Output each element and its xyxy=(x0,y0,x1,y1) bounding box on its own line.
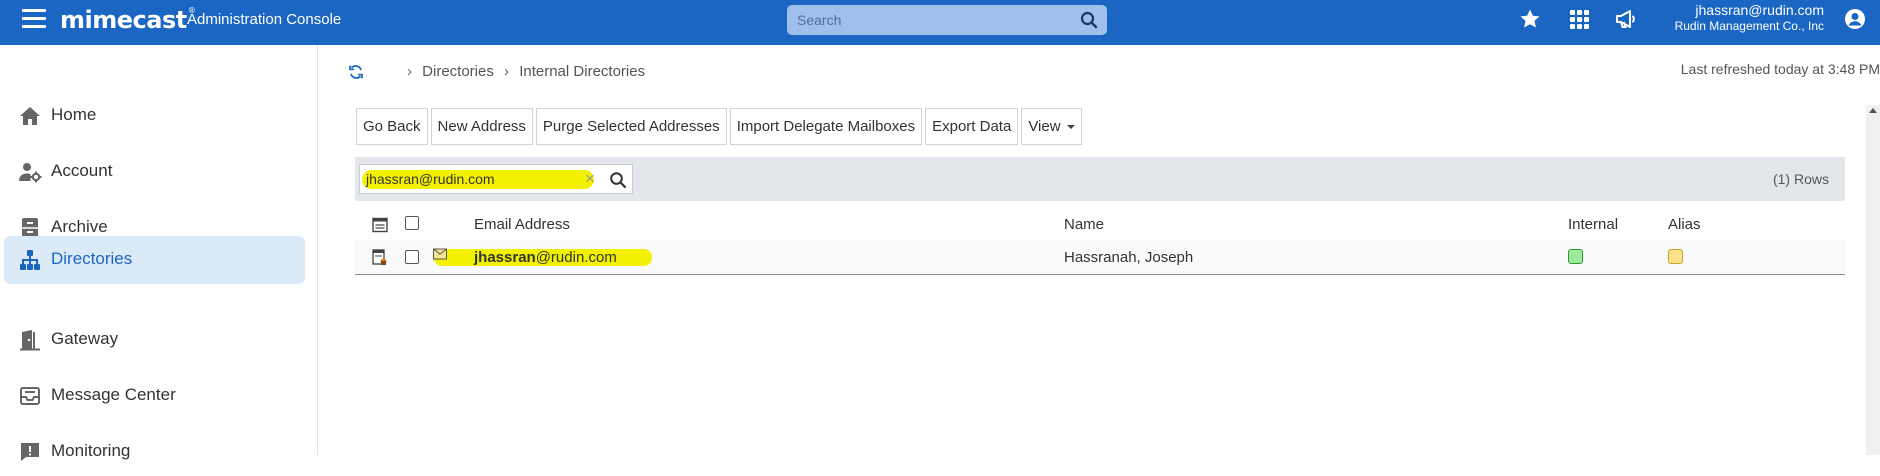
sidebar-item-directories[interactable]: Directories xyxy=(4,236,305,284)
filter-search-value[interactable]: jhassran@rudin.com xyxy=(366,171,495,187)
internal-status-indicator xyxy=(1568,249,1583,264)
filter-search-field[interactable]: jhassran@rudin.com × xyxy=(359,164,633,194)
star-icon[interactable] xyxy=(1518,7,1542,31)
brand-logo: mimecast® xyxy=(60,6,196,34)
row-email-address[interactable]: jhassran@rudin.com xyxy=(474,249,617,266)
sidebar-item-label: Message Center xyxy=(51,385,176,404)
email-domain-part: @rudin.com xyxy=(535,249,617,266)
column-email-address[interactable]: Email Address xyxy=(474,216,570,233)
user-email: jhassran@rudin.com xyxy=(1695,2,1824,18)
view-dropdown-button[interactable]: View xyxy=(1021,108,1082,145)
global-search-input[interactable] xyxy=(797,10,1067,30)
go-back-button[interactable]: Go Back xyxy=(356,108,428,145)
sidebar-item-message-center[interactable]: Message Center xyxy=(4,372,305,420)
sidebar-item-account[interactable]: Account xyxy=(4,148,305,196)
clear-icon[interactable]: × xyxy=(585,169,595,189)
megaphone-icon[interactable] xyxy=(1614,7,1638,31)
mailbox-envelope-icon xyxy=(433,248,447,260)
console-title: Administration Console xyxy=(187,11,342,28)
search-icon[interactable] xyxy=(1080,11,1098,29)
scroll-up-arrow-icon[interactable] xyxy=(1869,108,1877,113)
sidebar-item-label: Account xyxy=(51,161,113,180)
import-delegate-mailboxes-button[interactable]: Import Delegate Mailboxes xyxy=(729,108,923,145)
breadcrumb-internal-directories[interactable]: Internal Directories xyxy=(519,63,645,80)
select-all-checkbox[interactable] xyxy=(405,216,419,230)
global-search xyxy=(787,5,1107,35)
table-header: Email Address Name Internal Alias xyxy=(355,208,1845,240)
table-row[interactable]: jhassran@rudin.com Hassranah, Joseph xyxy=(355,240,1845,275)
caret-down-icon xyxy=(1066,125,1075,130)
view-label: View xyxy=(1028,118,1061,135)
sidebar-item-label: Directories xyxy=(51,249,133,268)
breadcrumb: › Directories › Internal Directories xyxy=(401,63,645,80)
purge-selected-addresses-button[interactable]: Purge Selected Addresses xyxy=(535,108,727,145)
account-gear-icon xyxy=(19,163,42,183)
sidebar-item-gateway[interactable]: Gateway xyxy=(4,316,305,364)
menu-icon[interactable] xyxy=(22,9,46,29)
column-internal[interactable]: Internal xyxy=(1568,216,1618,233)
column-name[interactable]: Name xyxy=(1064,216,1104,233)
directories-hierarchy-icon xyxy=(20,250,40,270)
gateway-door-icon xyxy=(20,330,40,351)
sidebar-item-monitoring[interactable]: Monitoring xyxy=(4,428,305,476)
sidebar-nav: Home Account Archive Directories Gateway… xyxy=(0,45,318,461)
top-bar: mimecast® Administration Console jhassra… xyxy=(0,0,1880,45)
export-data-button[interactable]: Export Data xyxy=(925,108,1019,145)
sidebar-item-label: Monitoring xyxy=(51,441,131,460)
last-refreshed: Last refreshed today at 3:48 PM xyxy=(1680,61,1880,77)
refresh-icon[interactable] xyxy=(348,64,364,80)
sidebar-item-label: Archive xyxy=(51,217,108,236)
column-alias[interactable]: Alias xyxy=(1668,216,1701,233)
sidebar-item-label: Home xyxy=(51,105,97,124)
filter-bar: jhassran@rudin.com × (1) Rows xyxy=(355,157,1845,201)
main-content: › Directories › Internal Directories Las… xyxy=(318,45,1880,455)
monitoring-alert-icon xyxy=(21,443,39,461)
row-name: Hassranah, Joseph xyxy=(1064,249,1194,266)
user-info[interactable]: jhassran@rudin.com Rudin Management Co.,… xyxy=(1675,2,1824,34)
user-account-icon[interactable] xyxy=(1844,8,1866,30)
rows-count: (1) Rows xyxy=(1772,171,1829,187)
vertical-scrollbar[interactable] xyxy=(1866,105,1880,455)
row-checkbox[interactable] xyxy=(405,250,419,264)
breadcrumb-directories[interactable]: Directories xyxy=(422,63,494,80)
search-icon[interactable] xyxy=(609,171,627,189)
apps-grid-icon[interactable] xyxy=(1567,7,1591,31)
sidebar-item-label: Gateway xyxy=(51,329,119,348)
user-organization: Rudin Management Co., Inc xyxy=(1674,19,1824,33)
email-user-part: jhassran xyxy=(474,249,536,266)
address-record-icon[interactable] xyxy=(372,249,388,266)
toolbar: Go Back New Address Purge Selected Addre… xyxy=(356,108,1085,145)
new-address-button[interactable]: New Address xyxy=(430,108,533,145)
chevron-right-icon: › xyxy=(504,63,510,80)
message-center-icon xyxy=(20,387,40,405)
alias-status-indicator xyxy=(1668,249,1683,264)
chevron-right-icon: › xyxy=(407,63,412,80)
home-icon xyxy=(20,107,40,125)
sidebar-item-home[interactable]: Home xyxy=(4,92,305,140)
column-chooser-icon[interactable] xyxy=(372,217,388,233)
